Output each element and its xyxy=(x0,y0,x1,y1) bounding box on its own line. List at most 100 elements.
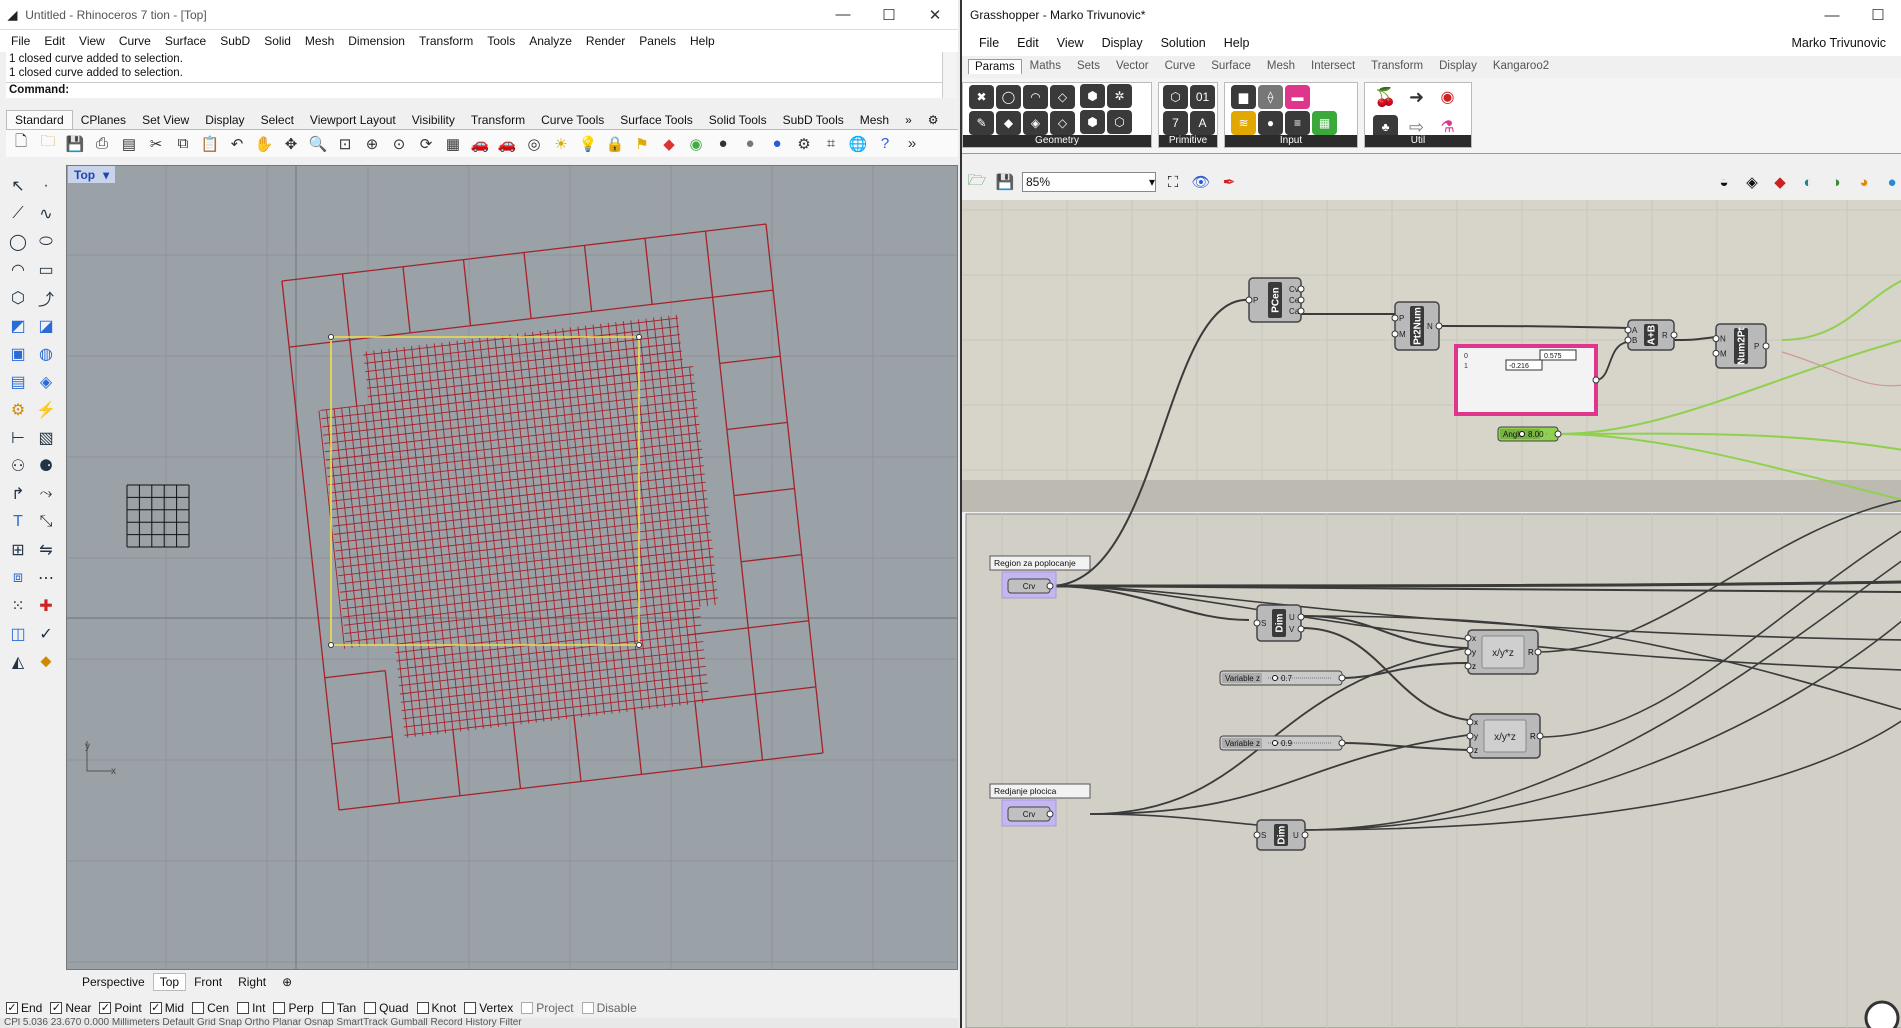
command-prompt[interactable]: Command: xyxy=(6,82,948,98)
grid-array-icon[interactable]: ⁙ xyxy=(4,592,32,620)
surface-icon[interactable]: ◩ xyxy=(4,312,32,340)
menu-solid[interactable]: Solid xyxy=(257,34,298,48)
osnap-cen[interactable]: Cen xyxy=(192,1001,229,1015)
print-icon[interactable]: ⎙ xyxy=(91,133,113,155)
sketch-pen-icon[interactable]: ✒ xyxy=(1218,171,1240,193)
number-param-icon[interactable]: 7 xyxy=(1163,111,1188,135)
gh-canvas-graph[interactable]: PCenPCvCeCa Pt2NumPMN A+BABR Num2PtNMPDimSU… xyxy=(962,200,1901,1028)
document-preview-icon[interactable]: ◐ xyxy=(1797,171,1819,193)
gh-menu-view[interactable]: View xyxy=(1048,36,1093,50)
circle-icon[interactable]: ◯ xyxy=(4,228,32,256)
osnap-checkbox[interactable] xyxy=(464,1002,477,1014)
canvas-settings-icon[interactable]: ● xyxy=(1881,171,1901,193)
rendered-sphere-icon[interactable]: ● xyxy=(739,133,761,155)
gh-component-dim2[interactable]: Dim S U xyxy=(1253,819,1309,851)
extrude-icon[interactable]: ▤ xyxy=(4,368,32,396)
render-sphere-icon[interactable]: ● xyxy=(766,133,788,155)
tab-cplanes[interactable]: CPlanes xyxy=(73,111,134,129)
minimize-button[interactable]: — xyxy=(820,6,866,23)
menu-file[interactable]: File xyxy=(4,34,37,48)
bake-icon[interactable]: ◑ xyxy=(1825,171,1847,193)
view-tab-right[interactable]: Right xyxy=(230,975,274,989)
osnap-checkbox[interactable] xyxy=(192,1002,205,1014)
surface-edit-icon[interactable]: ◪ xyxy=(32,312,60,340)
mesh-icon[interactable]: ◈ xyxy=(32,368,60,396)
slider-input-icon[interactable]: ⟠ xyxy=(1258,85,1283,109)
scale-icon[interactable]: ⤡ xyxy=(32,508,60,536)
move-gumball-icon[interactable]: ✚ xyxy=(32,592,60,620)
galapagos-icon[interactable]: ◉ xyxy=(1435,85,1460,109)
tab-viewport-layout[interactable]: Viewport Layout xyxy=(302,111,404,129)
menu-transform[interactable]: Transform xyxy=(412,34,480,48)
tabs-more-icon[interactable]: » xyxy=(897,111,920,129)
boolean-icon[interactable]: ◍ xyxy=(32,340,60,368)
osnap-checkbox[interactable] xyxy=(321,1002,334,1014)
tab-set-view[interactable]: Set View xyxy=(134,111,197,129)
tab-solid-tools[interactable]: Solid Tools xyxy=(701,111,775,129)
color-wheel-icon[interactable]: ◉ xyxy=(685,133,707,155)
osnap-checkbox[interactable]: ✓ xyxy=(149,1002,162,1014)
offset-icon[interactable]: ⤳ xyxy=(32,480,60,508)
gh-tab-surface[interactable]: Surface xyxy=(1203,60,1259,72)
cplane-icon[interactable]: ◎ xyxy=(523,133,545,155)
osnap-checkbox[interactable]: ✓ xyxy=(99,1002,112,1014)
menu-edit[interactable]: Edit xyxy=(37,34,72,48)
view-tab-perspective[interactable]: Perspective xyxy=(74,975,153,989)
rotate-view-icon[interactable]: ⟳ xyxy=(415,133,437,155)
gh-tab-display[interactable]: Display xyxy=(1431,60,1485,72)
material-icon[interactable]: ◆ xyxy=(658,133,680,155)
analyze-icon[interactable]: ◫ xyxy=(4,620,32,648)
gear-icon[interactable]: ⚙ xyxy=(920,111,947,129)
point-param-icon[interactable]: ✎ xyxy=(969,111,994,135)
car-ghosted-icon[interactable]: 🚗 xyxy=(496,133,518,155)
gh-tab-vector[interactable]: Vector xyxy=(1108,60,1157,72)
viewport-layout-icon[interactable]: ▦ xyxy=(442,133,464,155)
save-file-icon[interactable]: 💾 xyxy=(994,171,1016,193)
light-tool-icon[interactable]: ⚡ xyxy=(32,396,60,424)
menu-analyze[interactable]: Analyze xyxy=(522,34,579,48)
rectangle-icon[interactable]: ▭ xyxy=(32,256,60,284)
mirror-icon[interactable]: ⇋ xyxy=(32,536,60,564)
gh-component-pcen[interactable]: PCen P Cv Ce Ca xyxy=(1245,277,1305,323)
field-param-icon[interactable]: ⬡ xyxy=(1107,110,1132,134)
hatch-icon[interactable]: ▧ xyxy=(32,424,60,452)
viewport-canvas[interactable]: yx xyxy=(67,166,958,970)
gh-canvas[interactable]: PCen P Cv Ce Ca Pt2Num P M N A+B A B R Num2Pt N M P Dim S U… xyxy=(962,200,1901,1028)
join-icon[interactable]: ⧈ xyxy=(4,564,32,592)
osnap-end[interactable]: ✓ End xyxy=(6,1001,42,1015)
osnap-checkbox[interactable] xyxy=(364,1002,377,1014)
osnap-checkbox[interactable] xyxy=(237,1002,250,1014)
dimension-icon[interactable]: ⊢ xyxy=(4,424,32,452)
select-arrow-icon[interactable]: ↖ xyxy=(4,172,32,200)
tab-display[interactable]: Display xyxy=(197,111,252,129)
view-tab-front[interactable]: Front xyxy=(186,975,230,989)
preview-shaded-icon[interactable]: ◈ xyxy=(1741,171,1763,193)
tab-select[interactable]: Select xyxy=(253,111,302,129)
import-icon[interactable]: ▤ xyxy=(118,133,140,155)
copy-icon[interactable]: ⧉ xyxy=(172,133,194,155)
osnap-project[interactable]: Project xyxy=(521,1001,574,1015)
osnap-checkbox[interactable] xyxy=(521,1002,534,1014)
ellipse-icon[interactable]: ⬭ xyxy=(32,228,60,256)
gh-menu-solution[interactable]: Solution xyxy=(1152,36,1215,50)
toolbar-more-icon[interactable]: » xyxy=(901,133,923,155)
close-button[interactable]: ✕ xyxy=(912,6,958,24)
pan-hand-icon[interactable]: ✋ xyxy=(253,133,275,155)
boolean-param-icon[interactable]: ⬡ xyxy=(1163,85,1188,109)
zoom-selected-icon[interactable]: ⊙ xyxy=(388,133,410,155)
preview-selected-icon[interactable]: ◆ xyxy=(1769,171,1791,193)
gh-panel[interactable]: 0 1 0.575 -0.216 xyxy=(1454,344,1600,416)
gh-component-expr2[interactable]: x/y*z xyz R xyxy=(1466,713,1544,759)
arc-icon[interactable]: ◠ xyxy=(4,256,32,284)
gh-tab-transform[interactable]: Transform xyxy=(1363,60,1431,72)
tab-visibility[interactable]: Visibility xyxy=(404,111,463,129)
menu-help[interactable]: Help xyxy=(683,34,722,48)
osnap-checkbox[interactable] xyxy=(273,1002,286,1014)
osnap-checkbox[interactable]: ✓ xyxy=(50,1002,63,1014)
point-icon[interactable]: · xyxy=(32,172,60,200)
menu-subd[interactable]: SubD xyxy=(213,34,257,48)
polygon-icon[interactable]: ⬡ xyxy=(4,284,32,312)
surface-param-icon[interactable]: ⬢ xyxy=(1080,84,1105,108)
open-folder-icon[interactable]: 🗀 xyxy=(37,133,59,155)
list-input-icon[interactable]: ≡ xyxy=(1285,111,1310,135)
